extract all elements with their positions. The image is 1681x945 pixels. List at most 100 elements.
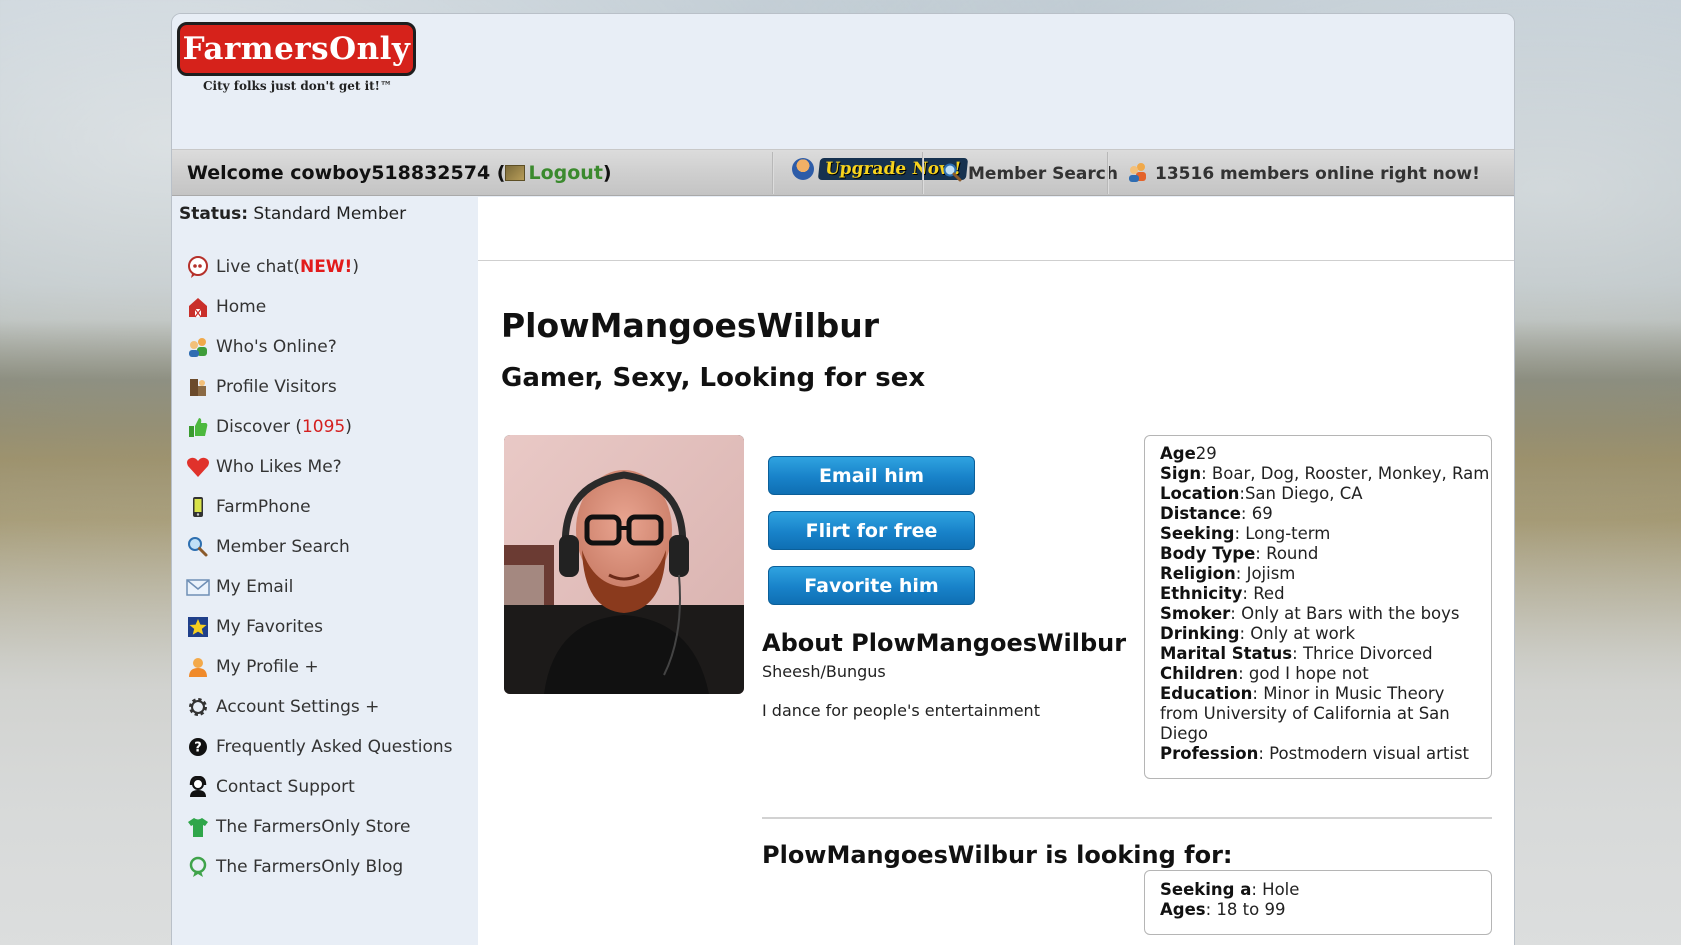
detail-sep: : [1239, 624, 1251, 643]
sidebar-item-label: Account Settings + [216, 697, 380, 717]
membership-status: Status: Standard Member [179, 204, 406, 224]
sidebar-item-whos-online[interactable]: Who's Online? [186, 327, 453, 367]
barn-icon [186, 295, 210, 319]
detail-sep: : [1201, 464, 1212, 483]
detail-label: Marital Status [1160, 644, 1293, 663]
detail-value: Long-term [1245, 524, 1331, 543]
detail-body-type: Body Type: Round [1160, 544, 1491, 564]
email-him-button[interactable]: Email him [768, 456, 975, 495]
welcome-message: Welcome cowboy518832574 (Logout) [187, 162, 612, 184]
detail-label: Location [1160, 484, 1240, 503]
detail-label: Profession [1160, 744, 1259, 763]
detail-sep: : [1235, 564, 1247, 583]
detail-label: Ethnicity [1160, 584, 1243, 603]
sidebar-item-label: Who's Online? [216, 337, 337, 357]
looking-seeking: Seeking a: Hole [1160, 880, 1491, 900]
sidebar-item-label: Home [216, 297, 267, 317]
people-icon [186, 335, 210, 359]
detail-marital-status: Marital Status: Thrice Divorced [1160, 644, 1491, 664]
logo-tagline: City folks just don't get it!™ [203, 79, 392, 93]
detail-label: Education [1160, 684, 1253, 703]
detail-value: Hole [1262, 880, 1300, 899]
about-body: I dance for people's entertainment [762, 701, 1040, 720]
sidebar-item-profile-visitors[interactable]: Profile Visitors [186, 367, 453, 407]
sidebar-item-label: The FarmersOnly Store [216, 817, 411, 837]
detail-drinking: Drinking: Only at work [1160, 624, 1491, 644]
detail-label: Children [1160, 664, 1239, 683]
status-value: Standard Member [253, 204, 407, 224]
about-title: About PlowMangoesWilbur [762, 629, 1127, 657]
sidebar-item-my-favorites[interactable]: My Favorites [186, 607, 453, 647]
upgrade-user-icon [792, 158, 814, 180]
detail-education: Education: Minor in Music Theory from Un… [1160, 684, 1475, 744]
detail-value: Thrice Divorced [1302, 644, 1433, 663]
detail-religion: Religion: Jojism [1160, 564, 1491, 584]
section-divider [762, 817, 1492, 819]
sidebar-item-farmphone[interactable]: FarmPhone [186, 487, 453, 527]
detail-value: Only at Bars with the boys [1241, 604, 1460, 623]
sidebar-item-my-profile[interactable]: My Profile + [186, 647, 453, 687]
top-navbar: Welcome cowboy518832574 (Logout) Upgrade… [172, 149, 1514, 196]
detail-age: Age29 [1160, 444, 1491, 464]
sidebar-item-faq[interactable]: ? Frequently Asked Questions [186, 727, 453, 767]
sidebar-item-my-email[interactable]: My Email [186, 567, 453, 607]
logout-link[interactable]: Logout [528, 162, 602, 184]
detail-value: Boar, Dog, Rooster, Monkey, Ram [1211, 464, 1490, 483]
gear-icon [186, 695, 210, 719]
upgrade-now-button[interactable]: Upgrade Now! [792, 158, 969, 188]
sidebar-item-label: Member Search [216, 537, 350, 557]
detail-sep: : [1242, 584, 1254, 603]
sidebar-item-account-settings[interactable]: Account Settings + [186, 687, 453, 727]
sidebar-item-contact-support[interactable]: Contact Support [186, 767, 453, 807]
welcome-suffix: ) [602, 162, 612, 184]
members-online-link[interactable]: 13516 members online right now! [1127, 162, 1480, 184]
farmersonly-logo[interactable]: FarmersOnly City folks just don't get it… [177, 22, 416, 98]
envelope-icon [186, 575, 210, 599]
detail-distance: Distance: 69 [1160, 504, 1491, 524]
detail-label: Ages [1160, 900, 1206, 919]
profile-icon [186, 655, 210, 679]
profile-photo[interactable] [504, 435, 744, 694]
thumbs-up-icon [186, 415, 210, 439]
support-icon [186, 775, 210, 799]
detail-value: 29 [1195, 444, 1217, 463]
nav-member-search-link[interactable]: Member Search [942, 162, 1118, 184]
sidebar-item-who-likes-me[interactable]: Who Likes Me? [186, 447, 453, 487]
logout-icon[interactable] [505, 165, 526, 181]
looking-for-details: Seeking a: Hole Ages: 18 to 99 [1144, 870, 1492, 935]
sidebar-item-label: My Profile + [216, 657, 319, 677]
detail-sep: : [1234, 524, 1246, 543]
blog-icon [186, 855, 210, 879]
sidebar-item-discover[interactable]: Discover (1095) [186, 407, 453, 447]
sidebar-item-home[interactable]: Home [186, 287, 453, 327]
detail-profession: Profession: Postmodern visual artist [1160, 744, 1491, 764]
detail-value: Round [1266, 544, 1319, 563]
sidebar-item-store[interactable]: The FarmersOnly Store [186, 807, 453, 847]
sidebar-item-live-chat[interactable]: Live chat(NEW!) [186, 247, 453, 287]
logo-wordmark: FarmersOnly [177, 22, 416, 76]
detail-sep: : [1251, 880, 1263, 899]
sidebar-item-member-search[interactable]: Member Search [186, 527, 453, 567]
sidebar-item-blog[interactable]: The FarmersOnly Blog [186, 847, 453, 887]
detail-value: Only at work [1250, 624, 1356, 643]
discover-count: 1095 [301, 417, 346, 437]
shirt-icon [186, 815, 210, 839]
detail-label: Drinking [1160, 624, 1240, 643]
detail-value: San Diego, CA [1244, 484, 1363, 503]
favorite-him-button[interactable]: Favorite him [768, 566, 975, 605]
flirt-button[interactable]: Flirt for free [768, 511, 975, 550]
detail-sep: : [1205, 900, 1217, 919]
detail-sep: : [1230, 604, 1242, 623]
detail-label: Sign [1160, 464, 1202, 483]
svg-text:?: ? [194, 741, 202, 756]
detail-value: Jojism [1246, 564, 1296, 583]
detail-children: Children: god I hope not [1160, 664, 1491, 684]
sidebar-item-suffix: ) [345, 417, 352, 437]
site-header: FarmersOnly City folks just don't get it… [172, 14, 1514, 149]
detail-sign: Sign: Boar, Dog, Rooster, Monkey, Ram [1160, 464, 1491, 484]
detail-label: Distance [1160, 504, 1241, 523]
about-subtitle: Sheesh/Bungus [762, 662, 886, 681]
profile-main: PlowMangoesWilbur Gamer, Sexy, Looking f… [478, 197, 1514, 945]
members-online-label: 13516 members online right now! [1155, 164, 1480, 184]
star-icon [186, 615, 210, 639]
